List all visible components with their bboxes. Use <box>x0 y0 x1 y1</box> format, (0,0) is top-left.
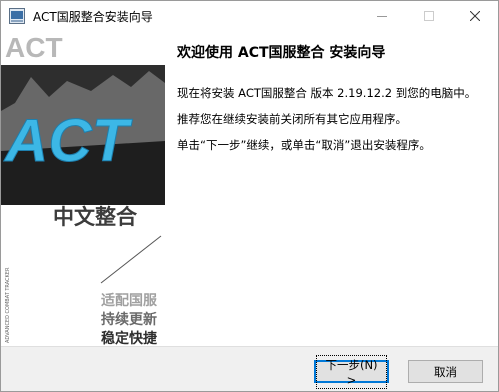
welcome-heading: 欢迎使用 ACT国服整合 安装向导 <box>177 45 386 61</box>
next-button[interactable]: 下一步(N) > <box>314 354 389 389</box>
banner-subtitle: 中文整合 <box>53 205 138 229</box>
minimize-button[interactable] <box>359 1 405 31</box>
installer-window: ACT国服整合安装向导 ACT ACT 中文整合 ADVANCED COMBAT… <box>0 0 499 392</box>
banner-slogan-1: 适配国服 <box>101 292 158 309</box>
welcome-content: 欢迎使用 ACT国服整合 安装向导 现在将安装 ACT国服整合 版本 2.19.… <box>165 31 498 346</box>
minimize-icon <box>377 16 387 17</box>
continue-instructions-text: 单击“下一步”继续，或单击“取消”退出安装程序。 <box>177 138 431 152</box>
act-banner-graphic: ACT ACT 中文整合 ADVANCED COMBAT TRACKER 适配国… <box>1 31 165 346</box>
next-button-label: 下一步(N) > <box>316 354 387 389</box>
banner-slogan-3: 稳定快捷 <box>101 330 158 346</box>
button-bar: 下一步(N) > 取消 <box>1 346 498 391</box>
close-icon <box>470 11 480 21</box>
cancel-button[interactable]: 取消 <box>408 360 483 383</box>
install-version-text: 现在将安装 ACT国服整合 版本 2.19.12.2 到您的电脑中。 <box>177 86 477 100</box>
close-apps-text: 推荐您在继续安装前关闭所有其它应用程序。 <box>177 112 407 126</box>
wizard-banner-image: ACT ACT 中文整合 ADVANCED COMBAT TRACKER 适配国… <box>1 31 165 346</box>
banner-slogan-2: 持续更新 <box>101 311 157 328</box>
banner-vertical-text: ADVANCED COMBAT TRACKER <box>5 267 11 343</box>
installer-app-icon <box>9 8 25 24</box>
maximize-icon <box>424 11 434 21</box>
window-title: ACT国服整合安装向导 <box>33 10 153 24</box>
maximize-button[interactable] <box>406 1 452 31</box>
title-bar[interactable]: ACT国服整合安装向导 <box>1 1 498 31</box>
close-button[interactable] <box>452 1 498 31</box>
banner-header-text: ACT <box>5 32 63 63</box>
act-logo: ACT <box>3 107 133 174</box>
